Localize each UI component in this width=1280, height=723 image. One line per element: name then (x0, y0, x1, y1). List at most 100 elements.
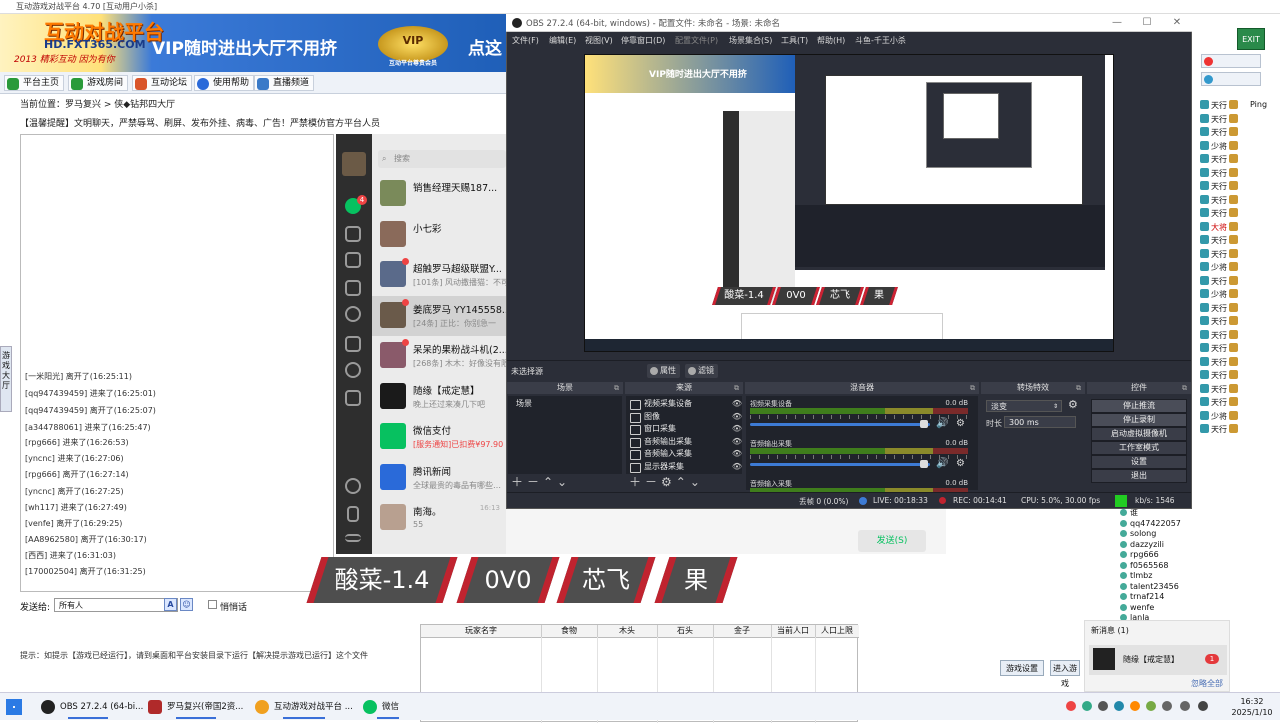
rank-list-item[interactable]: 天行 (1200, 167, 1276, 180)
rank-list-item[interactable]: 天行 (1200, 113, 1276, 126)
rank-list-item[interactable]: 天行 (1200, 208, 1276, 220)
fader-handle[interactable] (920, 460, 928, 468)
source-controls[interactable]: ＋－⚙⌃⌄ (629, 473, 704, 490)
eye-icon[interactable]: 👁 (732, 411, 742, 424)
tray-app-icon[interactable] (1082, 701, 1092, 711)
menu-douyu[interactable]: 斗鱼-千王小杀 (855, 35, 906, 46)
studio-mode-button[interactable]: 工作室模式 (1091, 441, 1187, 455)
rank-list-item[interactable]: 天行 (1200, 248, 1276, 261)
room-user[interactable]: talent23456 (1120, 582, 1200, 593)
right-tool-button[interactable] (1201, 72, 1261, 86)
channels-icon[interactable] (345, 336, 361, 352)
rank-list-item[interactable]: 少将 (1200, 140, 1276, 153)
lobby-chat-log[interactable]: [一米阳光] 离开了(16:25:11) [qq947439459] 进来了(1… (20, 134, 334, 592)
rank-list-item[interactable]: 天行 (1200, 370, 1276, 382)
rank-list-item[interactable]: 天行 (1200, 424, 1276, 436)
undock-icon[interactable]: ⧉ (1076, 382, 1081, 394)
room-user[interactable]: dazzyzili (1120, 540, 1200, 551)
moments-icon[interactable] (345, 306, 361, 322)
undock-icon[interactable]: ⧉ (970, 382, 975, 394)
vip-banner-text[interactable]: VIP随时进出大厅不用挤 (152, 34, 337, 59)
folder-icon[interactable] (345, 280, 361, 296)
close-icon[interactable]: ✕ (1162, 14, 1192, 32)
room-user[interactable]: tlmbz (1120, 571, 1200, 582)
rank-list-item[interactable]: 天行 (1200, 127, 1276, 139)
rank-list-item[interactable]: 天行 (1200, 275, 1276, 288)
source-item[interactable]: 窗口采集 👁 (630, 423, 756, 436)
rank-list-item[interactable]: 天行 (1200, 302, 1276, 315)
room-user-list[interactable]: 谁 qq47422057 solong dazzyzili rpg666 f0565568… (1120, 508, 1200, 624)
wechat-user-avatar[interactable] (342, 152, 366, 176)
tray-app-icon[interactable] (1098, 701, 1108, 711)
rank-list-item[interactable]: 少将 (1200, 262, 1276, 274)
toolbar-forum-button[interactable]: 互动论坛 (132, 75, 193, 91)
ignore-all-link[interactable]: 忽略全部 (1191, 678, 1223, 689)
scenes-list[interactable]: 场景 (508, 396, 622, 474)
chat-list-item[interactable]: 腾讯新闻 全球最贵的毒品有哪些… (372, 458, 506, 498)
undock-icon[interactable]: ⧉ (734, 382, 739, 394)
stop-streaming-button[interactable]: 停止推流 (1091, 399, 1187, 413)
menu-docks[interactable]: 停靠窗口(D) (621, 35, 665, 46)
speaker-icon[interactable]: 🔊 (936, 458, 948, 469)
settings-button[interactable]: 设置 (1091, 455, 1187, 469)
obs-preview-canvas[interactable]: VIP随时进出大厅不用挤 酸菜-1.4 0V0 芯飞 果 (584, 54, 1114, 352)
eye-icon[interactable]: 👁 (732, 423, 742, 436)
menu-scene-collection[interactable]: 场景集合(S) (729, 35, 772, 46)
source-item[interactable]: 视频采集设备 👁 (630, 398, 756, 411)
rank-list-item[interactable]: 天行 (1200, 316, 1276, 328)
gear-icon[interactable]: ⚙ (956, 458, 965, 469)
miniprogram-link-icon[interactable] (345, 478, 361, 494)
toolbar-help-button[interactable]: 使用帮助 (194, 75, 255, 91)
undock-icon[interactable]: ⧉ (1182, 382, 1187, 394)
taskbar-aoe[interactable]: 罗马复兴(帝国2资... (145, 695, 247, 719)
chat-list-item[interactable]: 南海。 55 16:13 (372, 498, 506, 538)
taskbar-platform[interactable]: 互动游戏对战平台 ... (252, 695, 356, 719)
game-settings-button[interactable]: 游戏设置 (1000, 660, 1044, 676)
eye-icon[interactable]: 👁 (732, 436, 742, 449)
eye-icon[interactable]: 👁 (732, 398, 742, 411)
duration-input[interactable]: 300 ms (1004, 416, 1076, 428)
exit-obs-button[interactable]: 退出 (1091, 469, 1187, 483)
room-user[interactable]: solong (1120, 529, 1200, 540)
source-item[interactable]: 显示器采集 👁 (630, 461, 756, 474)
windows-start-icon[interactable] (6, 699, 22, 715)
send-to-select[interactable]: 所有人▼ (54, 598, 178, 612)
transition-select[interactable]: 淡变 ⇕ (986, 400, 1062, 412)
chat-list-item[interactable]: 姜底罗马 YY145558... [24条] 正比：你别急一 (372, 295, 511, 336)
stop-recording-button[interactable]: 停止录制 (1091, 413, 1187, 427)
tray-app-icon[interactable] (1146, 701, 1156, 711)
rank-list-item[interactable]: 天行 (1200, 329, 1276, 342)
eye-icon[interactable]: 👁 (732, 448, 742, 461)
chat-list-item[interactable]: 超触罗马超级联盟Y... [101条] 风动撒播猫：不可 (372, 255, 509, 295)
chat-list-item[interactable]: 销售经理天赐187... (372, 174, 506, 214)
rank-list-item[interactable]: 天行 (1200, 356, 1276, 369)
ime-icon[interactable] (1198, 701, 1208, 711)
rank-list-item[interactable]: 少将 (1200, 410, 1276, 423)
chat-list-item[interactable]: 随缘【戒定慧】 晚上还过来凑几下吧 (372, 377, 506, 417)
exit-button[interactable]: EXIT 退出 (1237, 28, 1265, 66)
rank-list-item[interactable]: 天行 (1200, 154, 1276, 166)
toolbar-rooms-button[interactable]: 游戏房间 (68, 75, 129, 91)
notification-item[interactable]: 随缘【戒定慧】 1 (1089, 645, 1227, 675)
rank-list-item[interactable]: 天行 (1200, 235, 1276, 247)
new-message-popup[interactable]: 新消息 (1) 随缘【戒定慧】 1 忽略全部 (1084, 620, 1230, 692)
toolbar-live-button[interactable]: 直播频道 (254, 75, 315, 91)
source-item[interactable]: 图像 👁 (630, 411, 756, 424)
rank-list-item[interactable]: 少将 (1200, 289, 1276, 301)
chat-list-item[interactable]: 微信支付 [服务通知]已扣费¥97.90 (372, 417, 506, 457)
eye-icon[interactable]: 👁 (732, 461, 742, 474)
favorites-icon[interactable] (345, 252, 361, 268)
volume-fader[interactable] (750, 463, 930, 466)
speaker-icon[interactable]: 🔊 (936, 418, 948, 429)
rank-list-item[interactable]: 天行 (1200, 100, 1276, 112)
wechat-search-input[interactable]: ⌕ 搜索 (378, 150, 506, 168)
menu-tools[interactable]: 工具(T) (781, 35, 808, 46)
join-game-button[interactable]: 进入游戏 (1050, 660, 1080, 688)
volume-icon[interactable] (1180, 701, 1190, 711)
source-item[interactable]: 音频输入采集 👁 (630, 448, 756, 461)
right-tool-button[interactable] (1201, 54, 1261, 68)
scene-item[interactable]: 场景 (512, 398, 620, 411)
room-user[interactable]: rpg666 (1120, 550, 1200, 561)
properties-button[interactable]: 属性 (647, 364, 680, 378)
room-user[interactable]: qq47422057 (1120, 519, 1200, 530)
